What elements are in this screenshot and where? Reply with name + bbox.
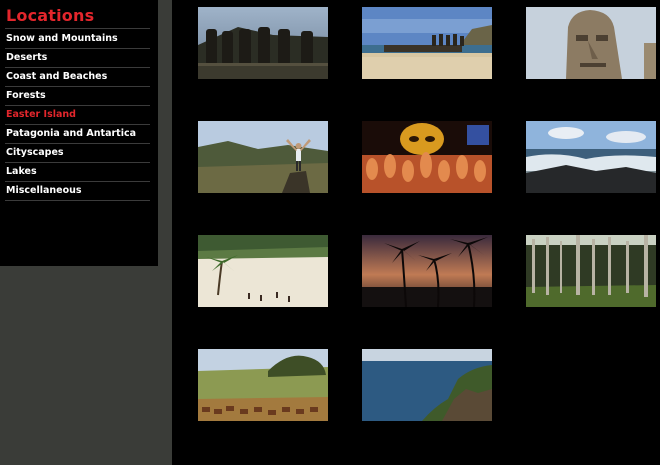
photo-gallery <box>172 0 660 465</box>
thumbnail-sea-cliff[interactable] <box>362 349 492 421</box>
thumbnail-horses-grassland[interactable] <box>198 349 328 421</box>
menu-item-coast-and-beaches[interactable]: Coast and Beaches <box>5 68 150 87</box>
palm-grove-image <box>526 235 656 307</box>
locations-menu: Locations Snow and Mountains Deserts Coa… <box>0 0 158 266</box>
menu-item-patagonia-and-antartica[interactable]: Patagonia and Antartica <box>5 125 150 144</box>
ahu-beach-image <box>362 7 492 79</box>
rocky-coast-image <box>526 121 656 193</box>
palm-beach-image <box>198 235 328 307</box>
thumbnail-rocky-coast[interactable] <box>526 121 656 193</box>
menu-title: Locations <box>6 6 95 25</box>
menu-item-cityscapes[interactable]: Cityscapes <box>5 144 150 163</box>
menu-item-easter-island[interactable]: Easter Island <box>5 106 150 125</box>
thumbnail-ahu-beach[interactable] <box>362 7 492 79</box>
title-divider <box>5 28 150 29</box>
thumbnail-hiker-crater[interactable] <box>198 121 328 193</box>
menu-item-miscellaneous[interactable]: Miscellaneous <box>5 182 150 201</box>
sea-cliff-image <box>362 349 492 421</box>
thumbnail-palm-grove[interactable] <box>526 235 656 307</box>
palm-sunset-image <box>362 235 492 307</box>
menu-list: Snow and Mountains Deserts Coast and Bea… <box>0 30 158 201</box>
menu-item-lakes[interactable]: Lakes <box>5 163 150 182</box>
thumbnail-palm-sunset[interactable] <box>362 235 492 307</box>
menu-item-forests[interactable]: Forests <box>5 87 150 106</box>
festival-image <box>362 121 492 193</box>
horses-grassland-image <box>198 349 328 421</box>
thumbnail-festival[interactable] <box>362 121 492 193</box>
thumbnail-moai-head[interactable] <box>526 7 656 79</box>
menu-item-snow-and-mountains[interactable]: Snow and Mountains <box>5 30 150 49</box>
hiker-crater-image <box>198 121 328 193</box>
thumbnail-moai-row[interactable] <box>198 7 328 79</box>
thumbnail-palm-beach[interactable] <box>198 235 328 307</box>
moai-head-image <box>526 7 656 79</box>
moai-row-image <box>198 7 328 79</box>
menu-item-deserts[interactable]: Deserts <box>5 49 150 68</box>
